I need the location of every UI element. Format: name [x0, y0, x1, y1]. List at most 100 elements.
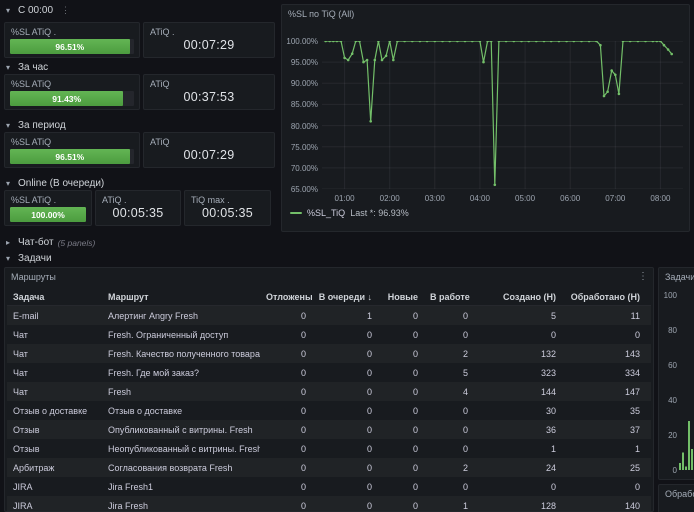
bar-gauge-fill: 100.00% [10, 207, 86, 222]
task-cell: E-mail [7, 311, 102, 321]
row-header-tasks[interactable]: ▾ Задачи [6, 253, 52, 264]
panel-routes-table: Маршруты ⋮ ЗадачаМаршрутОтложеныВ очеред… [4, 267, 654, 512]
panel-title[interactable]: %SL ATiQ . [5, 23, 139, 37]
value-cell: 1 [424, 501, 474, 511]
panel-sl-atiq-day: %SL ATiQ . 96.51% [4, 22, 140, 58]
column-header-7[interactable]: Создано (Н) [474, 292, 562, 302]
panel-title[interactable]: %SL ATiQ [5, 133, 139, 147]
value-cell: 30 [474, 406, 562, 416]
task-cell: Отзыв [7, 425, 102, 435]
stat-value: 00:07:29 [144, 38, 274, 52]
bar-gauge: 91.43% [10, 91, 134, 106]
value-cell: 0 [260, 387, 312, 397]
column-header-5[interactable]: Новые [378, 292, 424, 302]
row-panel-count: (5 panels) [58, 238, 96, 248]
bar-gauge-fill: 96.51% [10, 149, 130, 164]
row-header-chatbot[interactable]: ▸ Чат-бот (5 panels) [6, 237, 95, 248]
task-cell: Чат [7, 330, 102, 340]
value-cell: 0 [260, 349, 312, 359]
value-cell: 0 [312, 444, 378, 454]
value-cell: 147 [562, 387, 646, 397]
panel-title[interactable]: TiQ max . [185, 191, 270, 205]
panel-title[interactable]: %SL ATiQ . [5, 191, 91, 205]
value-cell: 323 [474, 368, 562, 378]
value-cell: 0 [424, 330, 474, 340]
column-header-3[interactable]: Отложены [260, 292, 312, 302]
value-cell: 4 [424, 387, 474, 397]
legend-last-number: 96.93% [378, 208, 409, 218]
route-cell: Отзыв о доставке [102, 406, 260, 416]
panel-title[interactable]: ATiQ . [144, 23, 274, 37]
bar-gauge-fill: 96.51% [10, 39, 130, 54]
panel-menu-icon[interactable]: ⋮ [638, 271, 648, 282]
value-cell: 0 [260, 368, 312, 378]
value-cell: 0 [378, 368, 424, 378]
bar-gauge: 96.51% [10, 149, 134, 164]
series-color-swatch [290, 212, 302, 215]
x-tick-label: 06:00 [555, 194, 585, 203]
y-tick-label: 0 [661, 466, 677, 475]
panel-title[interactable]: Маршруты [5, 268, 653, 282]
legend-series-name[interactable]: %SL_TiQ [307, 208, 345, 218]
value-cell: 2 [424, 349, 474, 359]
column-header-1[interactable]: Задача [7, 292, 102, 302]
value-cell: 0 [378, 463, 424, 473]
task-cell: Чат [7, 387, 102, 397]
table-row: ОтзывОпубликованный с витрины. Fresh0000… [7, 420, 651, 439]
table-row: Отзыв о доставкеОтзыв о доставке00003035 [7, 401, 651, 420]
task-cell: Чат [7, 349, 102, 359]
panel-title[interactable]: %SL ATiQ [5, 75, 139, 89]
y-tick-label: 65.00% [282, 185, 318, 194]
table-row: ЧатFresh. Где мой заказ?0005323334 [7, 363, 651, 382]
value-cell: 0 [424, 425, 474, 435]
bar-chart[interactable] [679, 295, 694, 470]
panel-sl-atiq-online: %SL ATiQ . 100.00% [4, 190, 92, 226]
panel-tasks-all-chart: Задачи (All) 100806040200 [658, 267, 694, 480]
gauge-value: 91.43% [52, 94, 81, 104]
row-menu-icon[interactable]: ⋮ [61, 5, 70, 16]
sl-chart-plot-area[interactable] [322, 41, 683, 194]
column-header-4[interactable]: В очереди ↓ [312, 292, 378, 302]
chevron-down-icon: ▾ [6, 179, 14, 188]
row-title: За час [18, 62, 48, 73]
route-cell: Jira Fresh1 [102, 482, 260, 492]
stat-value: 00:05:35 [185, 206, 270, 220]
panel-title[interactable]: Задачи (All) [659, 268, 694, 282]
row-header-online[interactable]: ▾ Online (В очереди) [6, 178, 104, 189]
value-cell: 0 [562, 330, 646, 340]
chevron-down-icon: ▾ [6, 63, 14, 72]
value-cell: 0 [260, 425, 312, 435]
table-row: JIRAJira Fresh0001128140 [7, 496, 651, 511]
row-title: Чат-бот [18, 237, 54, 248]
panel-sl-by-tiq-chart: %SL по TiQ (All) 100.00%95.00%90.00%85.0… [281, 4, 690, 232]
column-header-2[interactable]: Маршрут [102, 292, 260, 302]
panel-title[interactable]: %SL по TiQ (All) [282, 5, 689, 19]
value-cell: 0 [378, 349, 424, 359]
panel-processing: Обработка [658, 484, 694, 512]
panel-title[interactable]: ATiQ [144, 75, 274, 89]
chart-legend: %SL_TiQ Last *: 96.93% [290, 208, 409, 218]
panel-atiq-period: ATiQ 00:07:29 [143, 132, 275, 168]
y-tick-label: 100.00% [282, 37, 318, 46]
table-row: JIRAJira Fresh1000000 [7, 477, 651, 496]
value-cell: 11 [562, 311, 646, 321]
panel-title[interactable]: Обработка [659, 485, 694, 499]
value-cell: 0 [260, 501, 312, 511]
value-cell: 0 [260, 444, 312, 454]
row-title: За период [18, 120, 66, 131]
route-cell: Fresh. Качество полученного товара [102, 349, 260, 359]
stat-value: 00:37:53 [144, 90, 274, 104]
y-tick-label: 80 [661, 326, 677, 335]
row-header-period[interactable]: ▾ За период [6, 120, 66, 131]
panel-title[interactable]: ATiQ [144, 133, 274, 147]
y-tick-label: 70.00% [282, 164, 318, 173]
panel-title[interactable]: ATiQ . [96, 191, 180, 205]
value-cell: 0 [424, 444, 474, 454]
row-header-day[interactable]: ▾ С 00:00 ⋮ [6, 5, 70, 16]
value-cell: 0 [312, 463, 378, 473]
column-header-6[interactable]: В работе [424, 292, 474, 302]
value-cell: 0 [378, 406, 424, 416]
route-cell: Согласования возврата Fresh [102, 463, 260, 473]
column-header-8[interactable]: Обработано (Н) [562, 292, 646, 302]
row-header-hour[interactable]: ▾ За час [6, 62, 48, 73]
